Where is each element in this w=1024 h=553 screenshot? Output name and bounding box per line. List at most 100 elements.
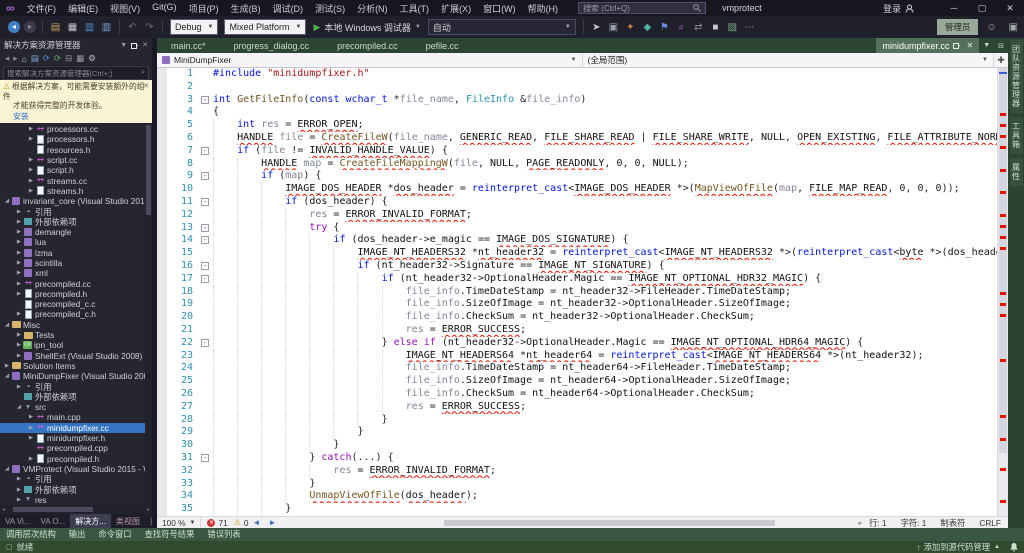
- tree-item[interactable]: ▶C#ipn_tool: [0, 340, 152, 350]
- maximize-button[interactable]: ▢: [968, 0, 996, 16]
- menu-item[interactable]: Git(G): [146, 2, 183, 15]
- tabs-indicator[interactable]: 制表符: [933, 517, 972, 529]
- redo-icon[interactable]: ↷: [142, 20, 157, 35]
- menu-item[interactable]: 分析(N): [351, 2, 394, 15]
- navigate-forward-icon[interactable]: ►: [268, 518, 276, 527]
- tree-item[interactable]: ▶++script.cc: [0, 155, 152, 165]
- navigate-back-icon[interactable]: ◂: [8, 21, 20, 33]
- bottom-panel-tab[interactable]: 查找符号结果: [145, 528, 195, 542]
- menu-item[interactable]: 文件(F): [21, 2, 63, 15]
- collapse-region-icon[interactable]: -: [201, 339, 209, 347]
- zoom-dropdown[interactable]: 100 %▼: [157, 517, 201, 528]
- tree-item[interactable]: ◢MiniDumpFixer (Visual Studio 2008): [0, 371, 152, 381]
- expander-icon[interactable]: ▶: [15, 239, 23, 245]
- properties-icon[interactable]: ⚙: [88, 53, 96, 64]
- autohide-tab[interactable]: 团队资源管理器: [1010, 40, 1023, 113]
- editor-vertical-scrollbar[interactable]: [997, 68, 1008, 516]
- collapse-region-icon[interactable]: -: [201, 147, 209, 155]
- bottom-panel-tab[interactable]: 命令窗口: [98, 528, 131, 542]
- panel-pin-icon[interactable]: [131, 42, 138, 49]
- expander-icon[interactable]: ▶: [15, 476, 23, 482]
- bottom-panel-tab[interactable]: 错误列表: [207, 528, 240, 542]
- tree-item[interactable]: precompiled_c.c: [0, 299, 152, 309]
- project-context-dropdown[interactable]: MiniDumpFixer ▼: [157, 53, 583, 67]
- tree-item[interactable]: ▶precompiled.h: [0, 289, 152, 299]
- expander-icon[interactable]: ◢: [3, 322, 11, 328]
- left-dock-tab[interactable]: 解决方...: [70, 514, 111, 528]
- tree-item[interactable]: ▶lua: [0, 237, 152, 247]
- install-link[interactable]: 安装: [13, 112, 29, 122]
- add-to-source-control-button[interactable]: 添加到源代码管理: [924, 541, 990, 553]
- open-file-icon[interactable]: ▦: [65, 20, 80, 35]
- profiler-icon[interactable]: ◆: [640, 20, 655, 35]
- char-indicator[interactable]: 字符: 1: [894, 517, 934, 529]
- tree-item[interactable]: ▶▪▪引用: [0, 381, 152, 391]
- navigate-forward-icon[interactable]: ▸: [24, 21, 36, 33]
- expander-icon[interactable]: ▶: [27, 414, 35, 420]
- tree-item[interactable]: ▶streams.h: [0, 186, 152, 196]
- panel-menu-chevron-icon[interactable]: ▼: [120, 42, 127, 49]
- split-window-icon[interactable]: ✚: [994, 53, 1008, 67]
- tree-item[interactable]: ▶processors.h: [0, 134, 152, 144]
- tree-item[interactable]: ▶++minidumpfixer.cc: [0, 423, 152, 433]
- quick-search-input[interactable]: 搜索 (Ctrl+Q): [578, 2, 706, 14]
- expander-icon[interactable]: ▶: [27, 136, 35, 142]
- tree-item[interactable]: 外部依赖项: [0, 392, 152, 402]
- notification-close-icon[interactable]: ✕: [143, 82, 149, 92]
- navigate-forward-icon[interactable]: ▸: [13, 53, 17, 64]
- document-tab[interactable]: pefile.cc: [412, 38, 473, 53]
- collapse-region-icon[interactable]: -: [201, 198, 209, 206]
- save-all-icon[interactable]: ▥: [99, 20, 114, 35]
- expander-icon[interactable]: ▶: [15, 229, 23, 235]
- autohide-tab[interactable]: 属性: [1010, 158, 1023, 186]
- tree-vertical-scrollbar[interactable]: [145, 123, 152, 505]
- auto-dropdown[interactable]: 自动▼: [428, 19, 576, 35]
- active-document-tab[interactable]: minidumpfixer.cc ✕: [876, 38, 979, 53]
- expander-icon[interactable]: ▶: [27, 157, 35, 163]
- start-debugging-button[interactable]: ▶本地 Windows 调试器▼: [313, 21, 420, 34]
- panel-close-icon[interactable]: ✕: [142, 41, 148, 49]
- tree-item[interactable]: ▶▼res: [0, 495, 152, 505]
- menu-item[interactable]: 调试(D): [267, 2, 310, 15]
- step-icon[interactable]: ⇄: [691, 20, 706, 35]
- tree-item[interactable]: ++precompiled.cpp: [0, 443, 152, 453]
- tab-list-chevron-icon[interactable]: ▼: [979, 38, 994, 53]
- expander-icon[interactable]: ▶: [15, 209, 23, 215]
- switch-views-icon[interactable]: ▤: [31, 53, 39, 64]
- menu-item[interactable]: 视图(V): [104, 2, 146, 15]
- expander-icon[interactable]: ▶: [27, 456, 35, 462]
- tree-item[interactable]: ◢invariant_core (Visual Studio 201: [0, 196, 152, 206]
- line-indicator[interactable]: 行: 1: [862, 517, 894, 529]
- document-tab[interactable]: main.cc*: [157, 38, 220, 53]
- expander-icon[interactable]: ▶: [15, 291, 23, 297]
- close-button[interactable]: ✕: [996, 0, 1024, 16]
- show-all-files-icon[interactable]: ▦: [76, 53, 84, 64]
- refresh-icon[interactable]: ⟳: [54, 53, 61, 64]
- code-editor[interactable]: 1#include "minidumpfixer.h"23-int GetFil…: [157, 68, 1008, 516]
- flag-icon[interactable]: ⚑: [657, 20, 672, 35]
- tree-item[interactable]: ▶++precompiled.cc: [0, 278, 152, 288]
- collapse-region-icon[interactable]: -: [201, 96, 209, 104]
- attach-icon[interactable]: ✦: [623, 20, 638, 35]
- expander-icon[interactable]: ▶: [15, 219, 23, 225]
- tree-horizontal-scrollbar[interactable]: ◂▸: [0, 505, 152, 514]
- sync-with-active-document-icon[interactable]: ⟳: [43, 53, 50, 64]
- document-tab[interactable]: progress_dialog.cc: [220, 38, 324, 53]
- collapse-region-icon[interactable]: -: [201, 172, 209, 180]
- tree-item[interactable]: ◢VMProtect (Visual Studio 2015 - Wir: [0, 464, 152, 474]
- editor-horizontal-scrollbar[interactable]: [284, 517, 854, 528]
- expander-icon[interactable]: ▶: [15, 250, 23, 256]
- solution-explorer-search-input[interactable]: 搜索解决方案资源管理器(Ctrl+;) ⌕: [3, 66, 149, 80]
- window-options-icon[interactable]: ⊟: [994, 38, 1008, 53]
- more-icon[interactable]: ⋯: [742, 20, 757, 35]
- expander-icon[interactable]: ▶: [27, 126, 35, 132]
- send-feedback-icon[interactable]: ☺: [986, 22, 996, 33]
- bottom-panel-tab[interactable]: 输出: [69, 528, 86, 542]
- expander-icon[interactable]: ▶: [3, 363, 11, 369]
- tree-item[interactable]: ▶外部依赖项: [0, 217, 152, 227]
- menu-item[interactable]: 编辑(E): [62, 2, 104, 15]
- collapse-region-icon[interactable]: -: [201, 236, 209, 244]
- tree-item[interactable]: ◢Misc: [0, 320, 152, 330]
- bottom-panel-tab[interactable]: 调用层次结构: [6, 528, 56, 542]
- expander-icon[interactable]: ◢: [3, 198, 11, 204]
